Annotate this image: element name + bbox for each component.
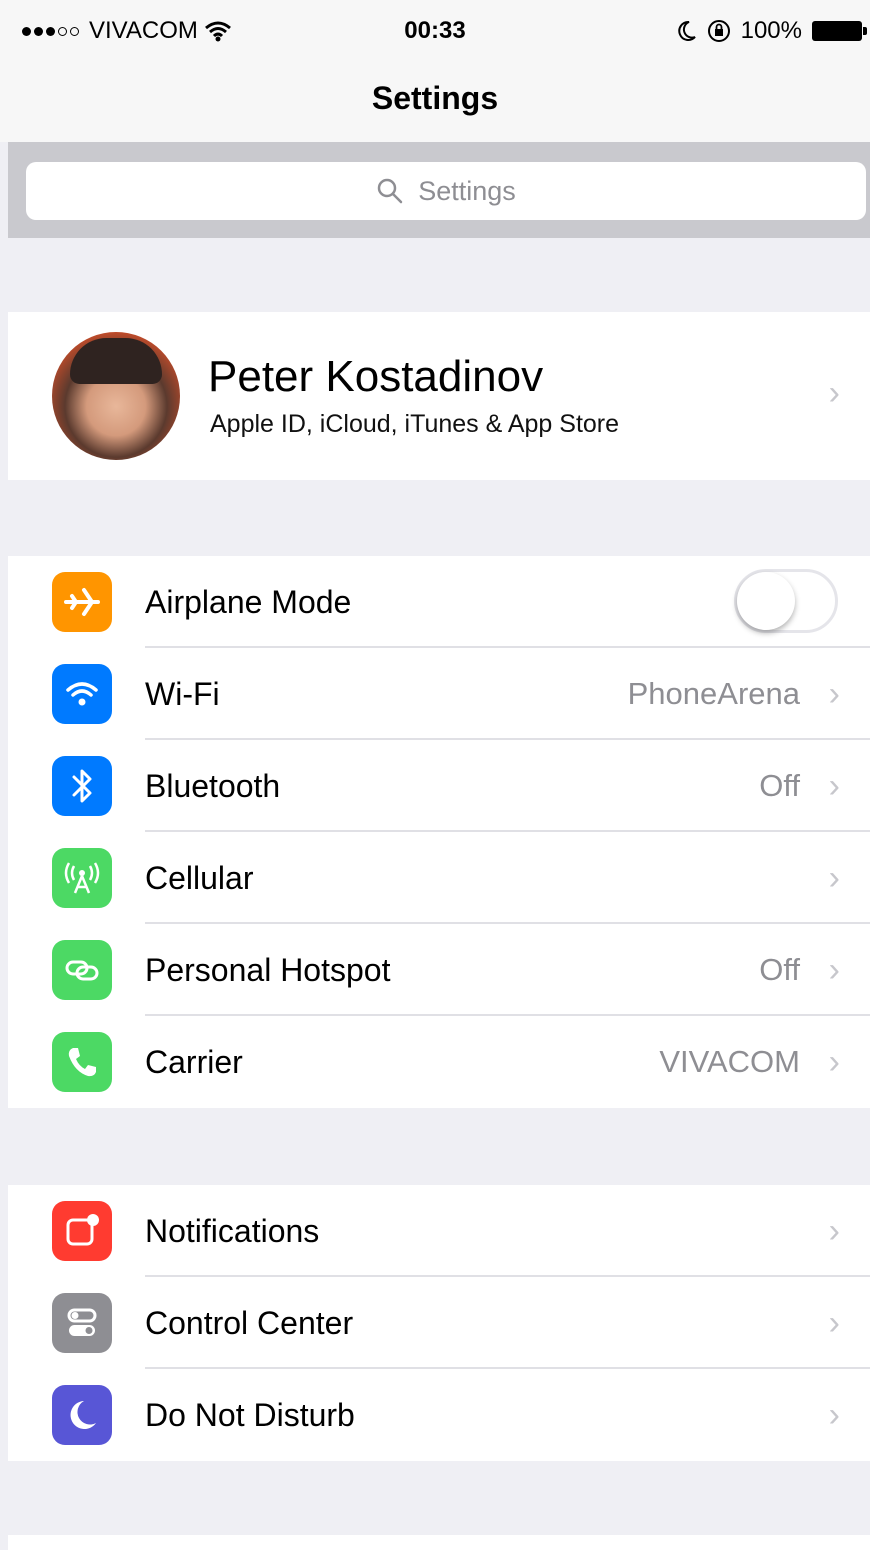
moon-icon [52,1385,112,1445]
status-bar: VIVACOM 00:33 100% [0,0,870,62]
row-label: Airplane Mode [145,583,352,620]
settings-row-personal-hotspot[interactable]: Personal Hotspot Off › [8,924,870,1016]
apple-id-profile-row[interactable]: Peter Kostadinov Apple ID, iCloud, iTune… [8,312,870,480]
navigation-bar: Settings [0,62,870,142]
row-value: VIVACOM [659,1044,800,1079]
hotspot-icon [52,940,112,1000]
airplane-mode-toggle[interactable] [734,569,838,633]
chevron-right-icon: › [828,858,840,897]
search-area: Settings [8,142,870,238]
chevron-right-icon: › [828,1211,840,1250]
orientation-lock-icon [707,20,730,42]
row-value: Off [759,768,800,803]
row-label: Carrier [145,1043,243,1080]
profile-subtitle: Apple ID, iCloud, iTunes & App Store [210,410,620,438]
settings-row-do-not-disturb[interactable]: Do Not Disturb › [8,1369,870,1461]
search-icon [377,178,403,204]
chevron-right-icon: › [828,1395,840,1434]
chevron-right-icon: › [828,1042,840,1081]
settings-row-bluetooth[interactable]: Bluetooth Off › [8,740,870,832]
row-label: Cellular [145,859,254,896]
search-placeholder: Settings [418,175,516,206]
settings-row-carrier[interactable]: Carrier VIVACOM › [8,1016,870,1108]
settings-row-control-center[interactable]: Control Center › [8,1277,870,1369]
settings-row-notifications[interactable]: Notifications › [8,1185,870,1277]
settings-row-wifi[interactable]: Wi-Fi PhoneArena › [8,648,870,740]
settings-row-airplane-mode[interactable]: Airplane Mode [8,556,870,648]
moon-status-icon [677,20,696,41]
page-title: Settings [371,80,499,116]
row-label: Control Center [145,1304,354,1341]
row-label: Personal Hotspot [145,951,391,988]
search-input[interactable]: Settings [26,162,866,220]
next-group-partial [8,1535,870,1550]
airplane-icon [52,572,112,632]
phone-icon [52,1032,112,1092]
battery-percent: 100% [740,17,802,44]
row-label: Notifications [145,1212,320,1249]
battery-icon [812,21,867,41]
control-center-icon [52,1293,112,1353]
chevron-right-icon: › [828,950,840,989]
wifi-icon [52,664,112,724]
bluetooth-icon [52,756,112,816]
notifications-icon [52,1201,112,1261]
avatar [52,332,180,460]
status-right: 100% [677,17,867,45]
row-value: PhoneArena [627,676,800,711]
connectivity-group: Airplane Mode Wi-Fi PhoneArena › Bluetoo… [8,556,870,1108]
system-group: Notifications › Control Center › Do Not … [8,1185,870,1461]
chevron-right-icon: › [828,674,840,713]
settings-row-cellular[interactable]: Cellular › [8,832,870,924]
chevron-right-icon: › [828,1303,840,1342]
row-label: Wi-Fi [145,675,220,712]
row-value: Off [759,952,800,987]
chevron-right-icon: › [828,766,840,805]
profile-name: Peter Kostadinov [208,352,544,401]
row-label: Do Not Disturb [145,1396,355,1433]
chevron-right-icon: › [828,374,840,412]
row-label: Bluetooth [145,767,281,804]
cellular-icon [52,848,112,908]
